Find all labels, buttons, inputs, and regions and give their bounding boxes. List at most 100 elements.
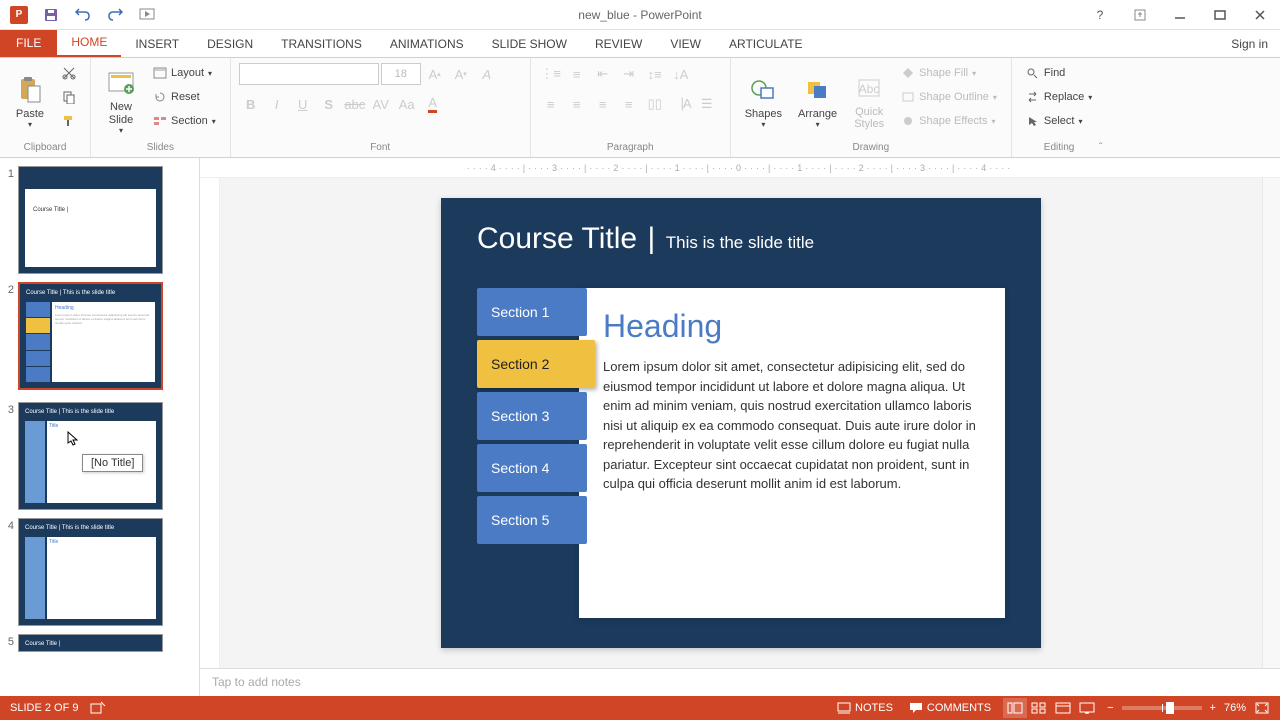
slide-thumbnail-1[interactable] bbox=[18, 166, 163, 274]
section-tab-5[interactable]: Section 5 bbox=[477, 496, 587, 544]
slide-sorter-icon[interactable] bbox=[1027, 698, 1051, 718]
increase-indent-icon: ⇥ bbox=[617, 62, 641, 86]
quick-access-toolbar: P bbox=[0, 2, 162, 28]
ribbon-options-icon[interactable] bbox=[1120, 2, 1160, 28]
group-label-paragraph: Paragraph bbox=[539, 140, 722, 155]
zoom-slider[interactable] bbox=[1122, 706, 1202, 710]
increase-font-icon: A▴ bbox=[423, 62, 447, 86]
tab-animations[interactable]: ANIMATIONS bbox=[376, 31, 478, 57]
undo-icon[interactable] bbox=[68, 2, 98, 28]
bullets-icon: ⋮≡ bbox=[539, 62, 563, 86]
slide-thumbnail-5[interactable]: Course Title | bbox=[18, 634, 163, 652]
slide-thumbnail-4[interactable]: Course Title | This is the slide title T… bbox=[18, 518, 163, 626]
app-icon[interactable]: P bbox=[4, 2, 34, 28]
font-size-input[interactable] bbox=[381, 63, 421, 85]
decrease-indent-icon: ⇤ bbox=[591, 62, 615, 86]
save-icon[interactable] bbox=[36, 2, 66, 28]
justify-icon: ≡ bbox=[617, 92, 641, 116]
minimize-icon[interactable] bbox=[1160, 2, 1200, 28]
tab-transitions[interactable]: TRANSITIONS bbox=[267, 31, 376, 57]
cut-button[interactable] bbox=[56, 62, 82, 84]
section-tab-4[interactable]: Section 4 bbox=[477, 444, 587, 492]
slide-course-title[interactable]: Course Title bbox=[477, 222, 637, 255]
layout-button[interactable]: Layout ▾ bbox=[147, 62, 222, 84]
sign-in-link[interactable]: Sign in bbox=[1219, 31, 1280, 57]
align-left-icon: ≡ bbox=[539, 92, 563, 116]
tab-file[interactable]: FILE bbox=[0, 29, 57, 57]
help-icon[interactable]: ? bbox=[1080, 2, 1120, 28]
zoom-in-icon[interactable]: + bbox=[1210, 702, 1216, 714]
slideshow-icon[interactable] bbox=[132, 2, 162, 28]
line-spacing-icon: ↕≡ bbox=[643, 62, 667, 86]
slide-viewport[interactable]: Course Title | This is the slide title S… bbox=[220, 178, 1262, 668]
notes-pane[interactable]: Tap to add notes bbox=[200, 668, 1280, 696]
group-label-slides: Slides bbox=[99, 140, 222, 155]
tab-view[interactable]: VIEW bbox=[656, 31, 715, 57]
new-slide-icon bbox=[105, 67, 137, 99]
group-editing: Find Replace ▾ Select ▾ Editing ˆ bbox=[1012, 58, 1106, 157]
tab-home[interactable]: HOME bbox=[57, 29, 121, 57]
vertical-scrollbar[interactable] bbox=[1262, 178, 1280, 668]
align-text-icon: ⎹A bbox=[669, 92, 693, 116]
reset-button[interactable]: Reset bbox=[147, 86, 222, 108]
quick-styles-button: Abc QuickStyles bbox=[847, 62, 891, 140]
zoom-level[interactable]: 76% bbox=[1224, 702, 1246, 714]
ribbon-tabs: FILE HOME INSERT DESIGN TRANSITIONS ANIM… bbox=[0, 30, 1280, 58]
group-slides: NewSlide ▾ Layout ▾ Reset Section ▾ Slid… bbox=[91, 58, 231, 157]
slide-thumbnails-pane[interactable]: 1 2 Course Title | This is the slide tit… bbox=[0, 158, 200, 696]
group-clipboard: Paste ▾ Clipboard bbox=[0, 58, 91, 157]
normal-view-icon[interactable] bbox=[1003, 698, 1027, 718]
section-tab-1[interactable]: Section 1 bbox=[477, 288, 587, 336]
section-tab-2[interactable]: Section 2 bbox=[477, 340, 595, 388]
paste-button[interactable]: Paste ▾ bbox=[8, 62, 52, 140]
slide-subtitle[interactable]: This is the slide title bbox=[666, 233, 814, 252]
presentation-view-icon[interactable] bbox=[1075, 698, 1099, 718]
content-heading[interactable]: Heading bbox=[603, 308, 981, 345]
slide-canvas[interactable]: Course Title | This is the slide title S… bbox=[441, 198, 1041, 648]
tab-insert[interactable]: INSERT bbox=[121, 31, 193, 57]
thumb-number: 5 bbox=[4, 634, 18, 652]
section-button[interactable]: Section ▾ bbox=[147, 110, 222, 132]
section-tab-3[interactable]: Section 3 bbox=[477, 392, 587, 440]
spell-check-icon[interactable] bbox=[90, 701, 106, 715]
slide-thumbnail-2[interactable]: Course Title | This is the slide title H… bbox=[18, 282, 163, 390]
shape-effects-button: Shape Effects ▾ bbox=[895, 110, 1003, 132]
find-button[interactable]: Find bbox=[1020, 62, 1098, 84]
reading-view-icon[interactable] bbox=[1051, 698, 1075, 718]
new-slide-button[interactable]: NewSlide ▾ bbox=[99, 62, 143, 140]
notes-toggle[interactable]: NOTES bbox=[833, 700, 897, 716]
italic-icon: I bbox=[265, 92, 289, 116]
redo-icon[interactable] bbox=[100, 2, 130, 28]
maximize-icon[interactable] bbox=[1200, 2, 1240, 28]
slide-counter[interactable]: SLIDE 2 OF 9 bbox=[10, 702, 78, 714]
tab-articulate[interactable]: ARTICULATE bbox=[715, 31, 817, 57]
collapse-ribbon-icon[interactable]: ˆ bbox=[1099, 142, 1102, 153]
fit-to-window-icon[interactable] bbox=[1254, 701, 1270, 715]
main-area: 1 2 Course Title | This is the slide tit… bbox=[0, 158, 1280, 696]
arrange-button[interactable]: Arrange▾ bbox=[792, 62, 843, 140]
section-tabs: Section 1 Section 2 Section 3 Section 4 … bbox=[477, 288, 587, 618]
tab-review[interactable]: REVIEW bbox=[581, 31, 656, 57]
group-drawing: Shapes▾ Arrange▾ Abc QuickStyles Shape F… bbox=[731, 58, 1012, 157]
strikethrough-icon: abc bbox=[343, 92, 367, 116]
font-color-icon: A bbox=[421, 92, 445, 116]
align-center-icon: ≡ bbox=[565, 92, 589, 116]
content-body[interactable]: Lorem ipsum dolor sit amet, consectetur … bbox=[603, 357, 981, 494]
slide-content-box[interactable]: Heading Lorem ipsum dolor sit amet, cons… bbox=[579, 288, 1005, 618]
close-icon[interactable] bbox=[1240, 2, 1280, 28]
tab-slideshow[interactable]: SLIDE SHOW bbox=[478, 31, 581, 57]
shapes-button[interactable]: Shapes▾ bbox=[739, 62, 788, 140]
copy-button[interactable] bbox=[56, 86, 82, 108]
comments-toggle[interactable]: COMMENTS bbox=[905, 700, 995, 716]
slide-canvas-area: Course Title | This is the slide title S… bbox=[200, 158, 1280, 696]
font-name-input[interactable] bbox=[239, 63, 379, 85]
tab-design[interactable]: DESIGN bbox=[193, 31, 267, 57]
shapes-icon bbox=[747, 74, 779, 106]
arrange-icon bbox=[802, 74, 834, 106]
replace-button[interactable]: Replace ▾ bbox=[1020, 86, 1098, 108]
format-painter-button[interactable] bbox=[56, 110, 82, 132]
select-button[interactable]: Select ▾ bbox=[1020, 110, 1098, 132]
zoom-out-icon[interactable]: − bbox=[1107, 702, 1113, 714]
group-label-drawing: Drawing bbox=[739, 140, 1003, 155]
shape-outline-button: Shape Outline ▾ bbox=[895, 86, 1003, 108]
